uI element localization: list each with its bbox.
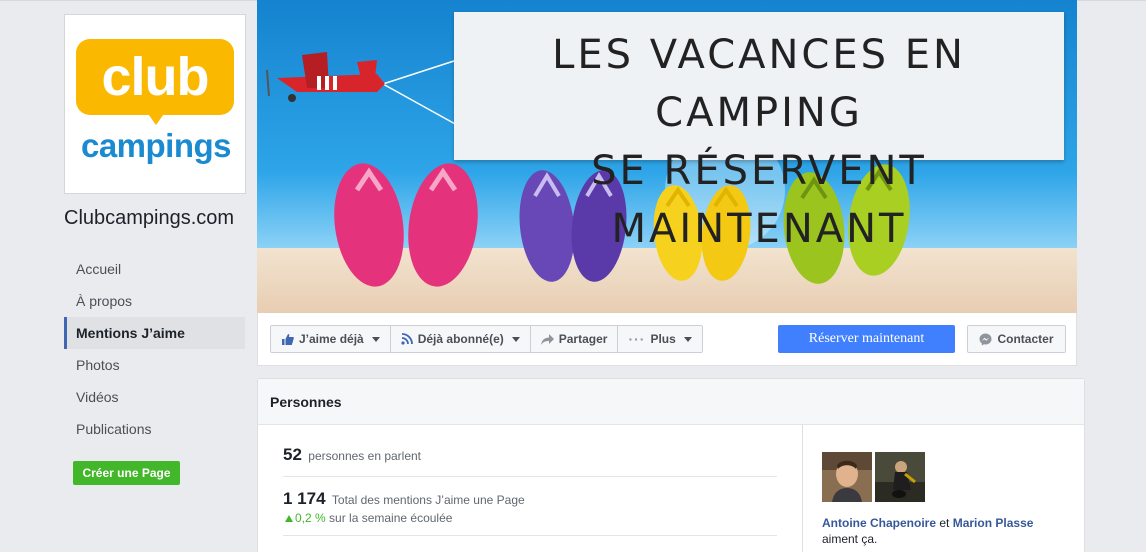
talking-label: personnes en parlent [308, 449, 422, 463]
more-button[interactable]: ··· Plus [618, 326, 701, 352]
page-likes-stat: 1 174 Total des mentions J’aime une Page [283, 489, 525, 509]
messenger-icon [979, 333, 992, 345]
friend-connector: et [939, 516, 950, 530]
nav-item-publications[interactable]: Publications [64, 413, 245, 445]
share-button[interactable]: Partager [531, 326, 619, 352]
cover-line-2: SE RÉSERVENT MAINTENANT [591, 148, 927, 252]
column-divider [802, 425, 803, 552]
nav-item-videos[interactable]: Vidéos [64, 381, 245, 413]
talking-about-stat: 52 personnes en parlent [283, 445, 421, 465]
more-button-label: Plus [650, 332, 676, 346]
talking-count: 52 [283, 445, 302, 464]
share-arrow-icon [540, 333, 554, 345]
cover-banner-text: LES VACANCES EN CAMPING SE RÉSERVENT MAI… [454, 26, 1064, 258]
friends-suffix: aiment ça. [822, 532, 878, 546]
tow-line-bottom [382, 83, 458, 126]
nav-item-mentions-jaime[interactable]: Mentions J’aime [64, 317, 245, 349]
airplane-icon [266, 52, 385, 102]
divider [283, 476, 777, 477]
tow-line-top [382, 59, 458, 85]
book-now-button[interactable]: Réserver maintenant [778, 325, 955, 353]
page-profile-picture[interactable]: club campings [64, 14, 246, 194]
logo-speech-tail [146, 111, 166, 125]
friend-link-1[interactable]: Antoine Chapenoire [822, 516, 936, 530]
page-action-bar: J’aime déjà Déjà abonné(e) Partager ··· … [257, 313, 1077, 366]
follow-button-label: Déjà abonné(e) [417, 332, 504, 346]
logo-bottom-text: campings [80, 127, 232, 164]
clubcampings-logo: club campings [76, 39, 236, 165]
avatar[interactable] [875, 452, 925, 502]
more-dots-icon: ··· [628, 331, 646, 347]
share-button-label: Partager [558, 332, 608, 346]
logo-club-badge: club [76, 39, 234, 125]
cover-banner: LES VACANCES EN CAMPING SE RÉSERVENT MAI… [454, 12, 1064, 252]
persons-card-title: Personnes [258, 379, 1084, 425]
page-title[interactable]: Clubcampings.com [64, 207, 234, 230]
cover-photo[interactable]: LES VACANCES EN CAMPING SE RÉSERVENT MAI… [257, 0, 1077, 313]
contact-button-label: Contacter [997, 332, 1054, 346]
page-nav: Accueil À propos Mentions J’aime Photos … [64, 253, 245, 445]
logo-top-text: club [101, 47, 209, 107]
chevron-down-icon [683, 336, 692, 342]
action-button-group: J’aime déjà Déjà abonné(e) Partager ··· … [270, 325, 703, 353]
trend-value: 0,2 % [295, 511, 326, 525]
nav-item-a-propos[interactable]: À propos [64, 285, 245, 317]
chevron-down-icon [511, 336, 520, 342]
likes-label: Total des mentions J’aime une Page [331, 493, 525, 507]
like-button[interactable]: J’aime déjà [271, 326, 391, 352]
weekly-trend: 0,2 % sur la semaine écoulée [285, 511, 452, 525]
friend-link-2[interactable]: Marion Plasse [953, 516, 1034, 530]
likes-count: 1 174 [283, 489, 326, 508]
friends-like-text: Antoine Chapenoire et Marion Plasse aime… [822, 515, 1033, 547]
follow-button[interactable]: Déjà abonné(e) [391, 326, 531, 352]
divider [283, 535, 777, 536]
cover-line-1: LES VACANCES EN CAMPING [552, 32, 966, 136]
create-page-button[interactable]: Créer une Page [73, 461, 180, 485]
persons-card: Personnes 52 personnes en parlent 1 174 … [257, 378, 1085, 552]
nav-item-photos[interactable]: Photos [64, 349, 245, 381]
chevron-down-icon [371, 336, 380, 342]
thumbs-up-icon [282, 333, 294, 345]
rss-icon [401, 333, 413, 345]
avatar[interactable] [822, 452, 872, 502]
trend-up-icon [285, 515, 293, 522]
trend-label: sur la semaine écoulée [329, 511, 453, 525]
like-button-label: J’aime déjà [299, 332, 364, 346]
nav-item-accueil[interactable]: Accueil [64, 253, 245, 285]
contact-button[interactable]: Contacter [967, 325, 1066, 353]
friend-avatars [822, 452, 925, 502]
